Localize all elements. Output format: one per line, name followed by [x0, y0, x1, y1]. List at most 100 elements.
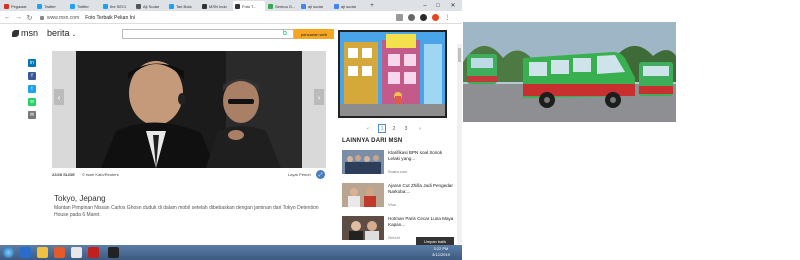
tab-favicon: [4, 4, 9, 9]
page-2[interactable]: 2: [390, 124, 398, 133]
screen: Pegawai Twitter Twitter the SECI Aji Sud…: [0, 0, 800, 260]
tab-6[interactable]: MSN Indo: [200, 1, 232, 11]
tab-7-active[interactable]: Foto T...: [233, 1, 265, 11]
slide-meta: 22/28 SLIDE © Issei Kato/Reuters Layar P…: [52, 170, 326, 180]
app-icon[interactable]: [88, 247, 99, 258]
email-share-icon[interactable]: ✉: [28, 111, 36, 119]
page-title: Foto Terbaik Pekan Ini: [85, 14, 135, 21]
forward-icon[interactable]: →: [14, 13, 23, 22]
tab-2[interactable]: Twitter: [68, 1, 100, 11]
section-label: berita: [47, 28, 70, 38]
start-button-icon[interactable]: [3, 247, 14, 258]
related-source: Viva: [388, 202, 396, 207]
slide-counter: 22/28 SLIDE: [52, 172, 75, 177]
related-source: Grid.id: [388, 235, 400, 240]
tab-label: Aji Sudar: [143, 3, 160, 9]
tab-favicon: [235, 4, 240, 9]
address-bar[interactable]: www.msn.com Foto Terbaik Pekan Ini: [40, 12, 390, 23]
slide-photo: [76, 51, 302, 168]
profile-avatar-icon[interactable]: [432, 14, 439, 21]
tab-4[interactable]: Aji Sudar: [134, 1, 166, 11]
tab-9[interactable]: aji sudar: [299, 1, 331, 11]
minimize-button[interactable]: –: [420, 1, 430, 10]
fullscreen-icon[interactable]: ⤢: [316, 170, 325, 179]
windows-taskbar: 3:22 PM 3/12/2019: [0, 245, 462, 260]
linkedin-share-icon[interactable]: in: [28, 59, 36, 67]
chevron-down-icon: ⌄: [71, 32, 77, 38]
menu-icon[interactable]: ⋮: [444, 14, 451, 21]
related-item[interactable]: Klarifikasi BPN soal Sosok Lelaki yang..…: [342, 150, 460, 176]
tab-favicon: [334, 4, 339, 9]
star-icon[interactable]: [396, 14, 403, 21]
ie-icon[interactable]: [20, 247, 31, 258]
related-thumbnail: [342, 216, 384, 240]
chevron-left-icon[interactable]: ‹: [364, 124, 372, 133]
close-window-button[interactable]: ✕: [448, 1, 458, 10]
tab-favicon: [103, 4, 108, 9]
photo-car-interior: [76, 51, 302, 168]
new-tab-button[interactable]: +: [367, 1, 377, 10]
maximize-button[interactable]: □: [433, 1, 443, 10]
tab-10[interactable]: aji sudar: [332, 1, 364, 11]
tab-favicon: [268, 4, 273, 9]
tab-5[interactable]: Tari Bola: [167, 1, 199, 11]
related-title: Klarifikasi BPN soal Sosok Lelaki yang..…: [388, 150, 443, 161]
tab-label: Twitter: [44, 3, 56, 9]
extension-icon[interactable]: [408, 14, 415, 21]
scrollbar-thumb[interactable]: [458, 48, 461, 62]
related-thumbnail: [342, 150, 384, 174]
whatsapp-share-icon[interactable]: w: [28, 98, 36, 106]
related-title: Ajaran Cut Zhilla Jadi Pengedar Narkoba:…: [388, 183, 453, 194]
butterfly-icon: [12, 29, 19, 37]
facebook-share-icon[interactable]: f: [28, 72, 36, 80]
extension-icon[interactable]: [420, 14, 427, 21]
section-menu[interactable]: berita ⌄: [47, 28, 77, 38]
reload-icon[interactable]: ↻: [25, 13, 34, 22]
web-search-button[interactable]: pencarian web: [294, 29, 334, 39]
tab-1[interactable]: Twitter: [35, 1, 67, 11]
twitter-share-icon[interactable]: t: [28, 85, 36, 93]
app-icon[interactable]: [108, 247, 119, 258]
chrome-icon[interactable]: [71, 247, 82, 258]
media-player-icon[interactable]: [54, 247, 65, 258]
chevron-right-icon[interactable]: ›: [416, 124, 424, 133]
slide-title: Tokyo, Jepang: [54, 194, 106, 203]
slide-credit: © Issei Kato/Reuters: [82, 172, 119, 177]
search-input[interactable]: [122, 29, 294, 39]
related-item[interactable]: Ajaran Cut Zhilla Jadi Pengedar Narkoba:…: [342, 183, 460, 209]
tab-favicon: [169, 4, 174, 9]
related-title: Hotman Paris Cecar Luna Maya Kapan...: [388, 216, 454, 227]
browser-toolbar: ← → ↻ www.msn.com Foto Terbaik Pekan Ini…: [0, 11, 462, 24]
tab-label: Pegawai: [11, 3, 27, 9]
fullscreen-link[interactable]: Layar Penuh: [288, 172, 311, 177]
address-host: www.msn.com: [47, 14, 80, 21]
next-slide-button[interactable]: ›: [314, 89, 324, 105]
page-1[interactable]: 1: [378, 124, 386, 133]
tab-label: Foto T...: [242, 3, 257, 9]
related-source: Suara.com: [388, 169, 408, 174]
tab-label: the SECI: [110, 3, 127, 9]
tab-3[interactable]: the SECI: [101, 1, 133, 11]
page-scrollbar[interactable]: [457, 44, 462, 244]
ad-pager: ‹ 1 2 3 ›: [364, 124, 434, 134]
prev-slide-button[interactable]: ‹: [54, 89, 64, 105]
system-clock[interactable]: 3:22 PM 3/12/2019: [432, 246, 450, 258]
tab-favicon: [202, 4, 207, 9]
tab-favicon: [136, 4, 141, 9]
tab-favicon: [301, 4, 306, 9]
slideshow: ‹ ›: [52, 51, 326, 168]
game-advertisement[interactable]: [338, 30, 447, 118]
msn-logo[interactable]: msn: [12, 28, 38, 38]
lock-icon: [40, 15, 44, 20]
folder-icon[interactable]: [37, 247, 48, 258]
clock-date: 3/12/2019: [432, 252, 450, 257]
tab-label: Twitter: [77, 3, 89, 9]
related-thumbnail: [342, 183, 384, 207]
related-heading: LAINNYA DARI MSN: [342, 138, 403, 144]
back-icon[interactable]: ←: [3, 13, 12, 22]
tab-label: aji sudar: [341, 3, 357, 9]
tab-label: Semua G...: [275, 3, 296, 9]
page-3[interactable]: 3: [402, 124, 410, 133]
tab-8[interactable]: Semua G...: [266, 1, 298, 11]
tab-0[interactable]: Pegawai: [2, 1, 34, 11]
